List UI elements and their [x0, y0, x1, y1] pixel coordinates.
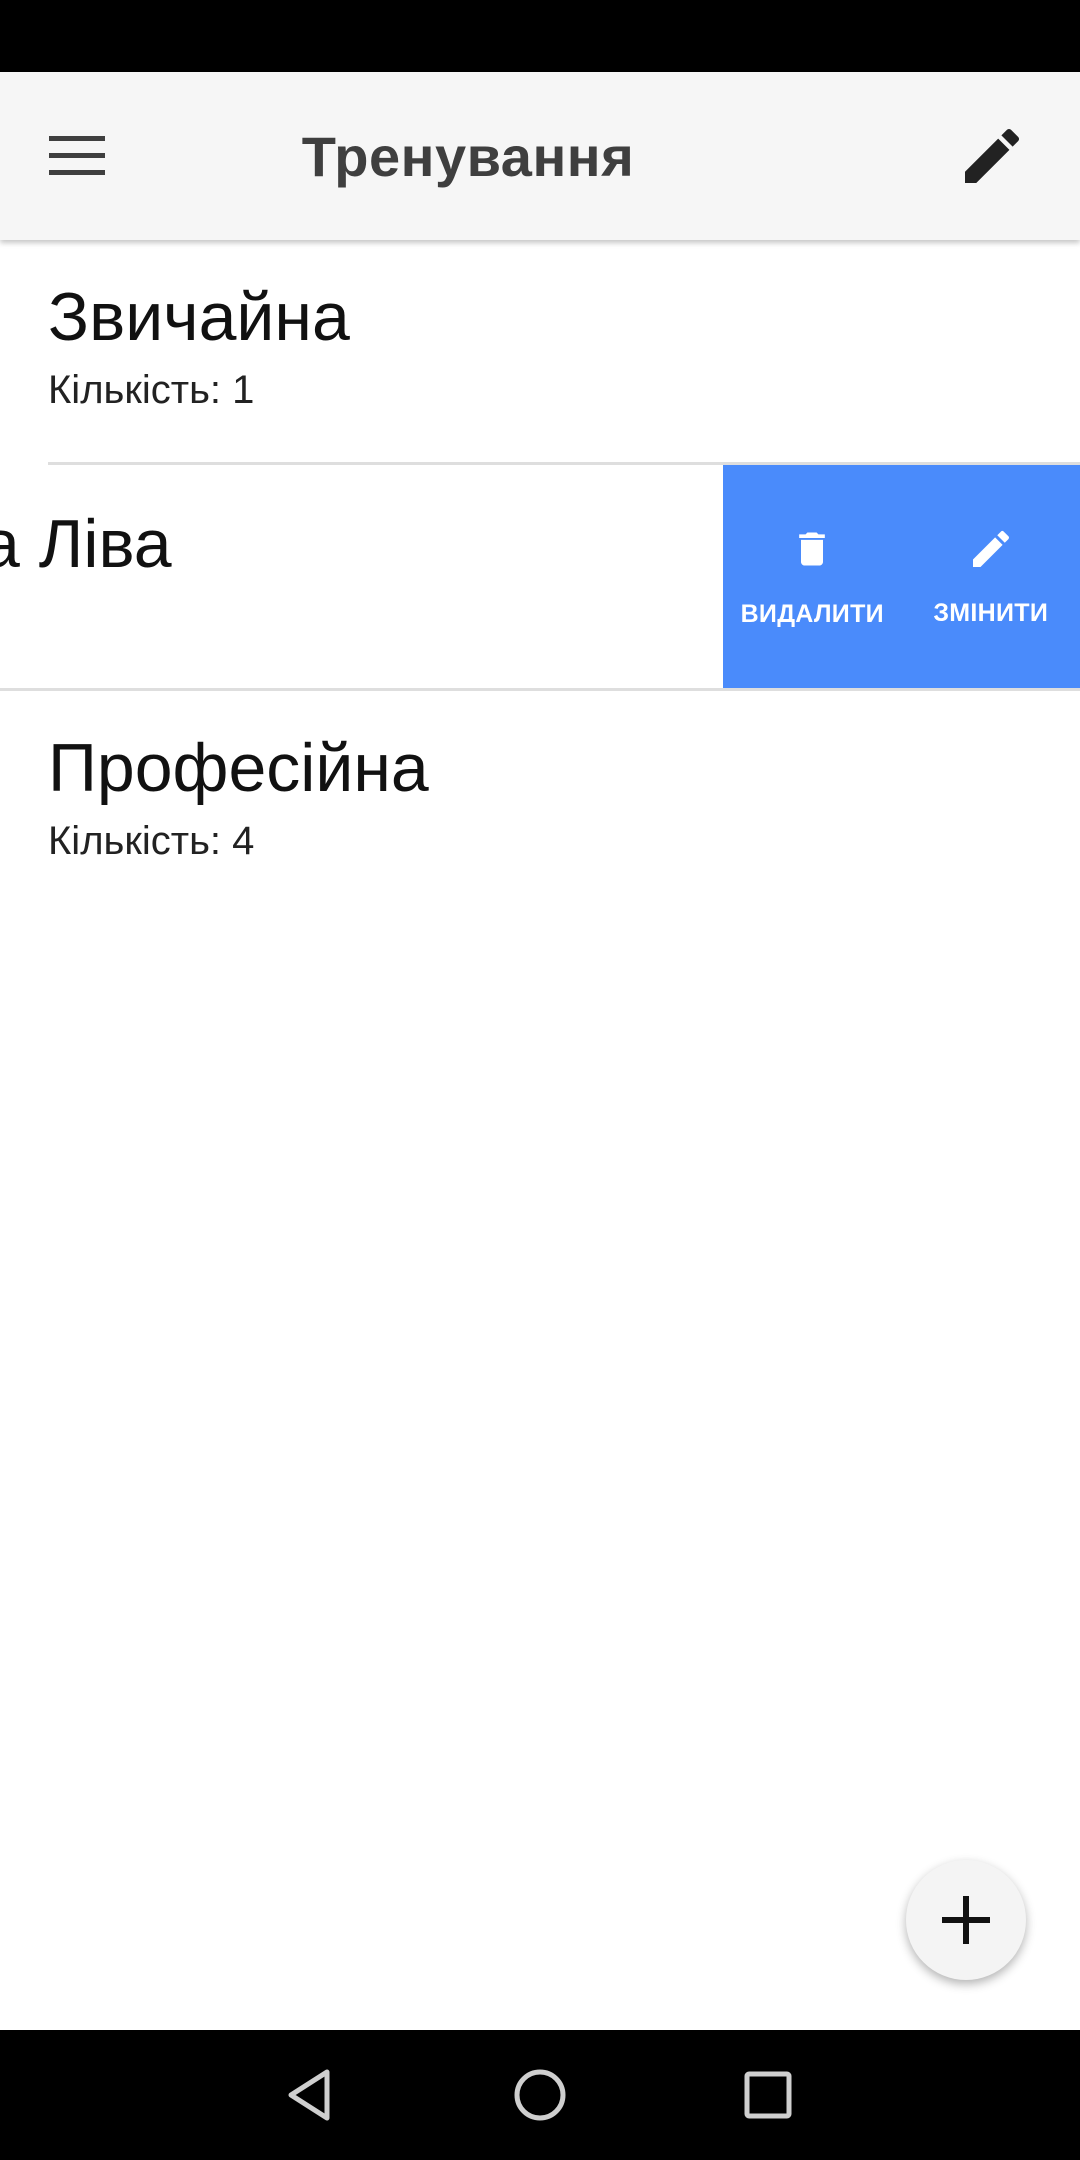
list-item[interactable]: Звичайна Кількість: 1	[0, 240, 1080, 462]
pencil-icon	[972, 530, 1009, 567]
workout-title: а Ліва	[0, 506, 172, 582]
page-title: Тренування	[301, 124, 635, 188]
workout-count: Кількість: 1	[48, 368, 255, 412]
rename-label: ЗМІНИТИ	[933, 599, 1049, 627]
system-nav-bar	[0, 2030, 1080, 2160]
add-workout-button[interactable]	[906, 1860, 1026, 1980]
workout-title: Професійна	[48, 730, 429, 806]
status-bar	[0, 0, 1080, 72]
pencil-icon	[965, 128, 1020, 183]
recents-square-icon	[744, 2071, 792, 2119]
workout-count: Кількість: 4	[48, 819, 255, 863]
delete-button[interactable]: ВИДАЛИТИ	[723, 465, 902, 688]
nav-home-button[interactable]	[490, 2050, 590, 2140]
back-triangle-icon	[288, 2069, 330, 2121]
trash-icon	[799, 532, 826, 566]
app-bar: Тренування	[0, 72, 1080, 240]
swipe-actions-panel: ВИДАЛИТИ ЗМІНИТИ	[723, 465, 1080, 688]
screen: Тренування Звичайна Кількість: 1 а Ліва …	[0, 0, 1080, 2160]
nav-back-button[interactable]	[258, 2050, 358, 2140]
home-circle-icon	[514, 2069, 566, 2121]
workout-title: Звичайна	[48, 279, 350, 355]
rename-button[interactable]: ЗМІНИТИ	[902, 465, 1080, 688]
edit-mode-button[interactable]	[938, 102, 1046, 210]
nav-recents-button[interactable]	[718, 2050, 818, 2140]
list-item[interactable]: Професійна Кількість: 4	[0, 691, 1080, 913]
delete-label: ВИДАЛИТИ	[740, 600, 884, 628]
plus-icon	[942, 1896, 990, 1944]
